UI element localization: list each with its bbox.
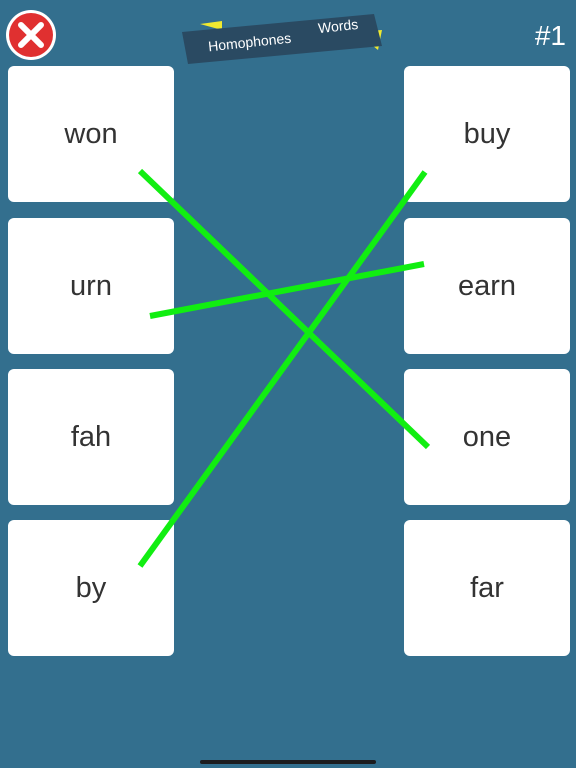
close-button[interactable]	[4, 8, 58, 62]
close-x-icon	[6, 10, 56, 60]
right-card-1[interactable]: buy	[404, 66, 570, 202]
left-card-3[interactable]: fah	[8, 369, 174, 505]
level-number: #1	[534, 20, 566, 51]
line-won-one	[137, 168, 431, 450]
title-banner: Homophones Words	[178, 4, 394, 66]
line-by-buy	[137, 170, 428, 568]
left-card-4[interactable]: by	[8, 520, 174, 656]
right-card-4[interactable]: far	[404, 520, 570, 656]
line-urn-earn	[149, 261, 425, 319]
left-card-2[interactable]: urn	[8, 218, 174, 354]
right-card-3[interactable]: one	[404, 369, 570, 505]
left-card-1[interactable]: won	[8, 66, 174, 202]
right-card-2[interactable]: earn	[404, 218, 570, 354]
home-indicator[interactable]	[200, 760, 376, 764]
